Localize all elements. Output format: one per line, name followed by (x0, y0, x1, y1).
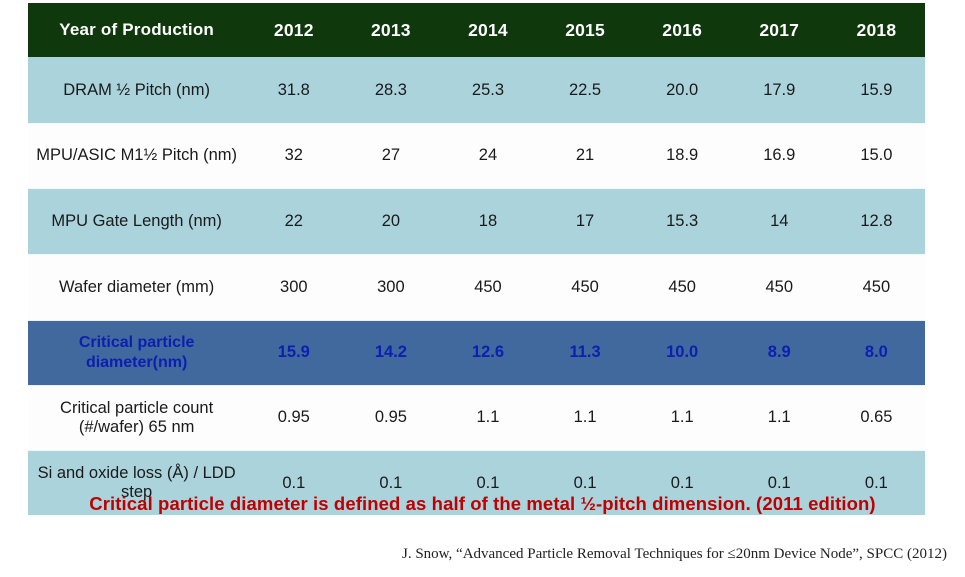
table-row: MPU/ASIC M1½ Pitch (nm) 32 27 24 21 18.9… (28, 122, 925, 188)
table-row: DRAM ½ Pitch (nm) 31.8 28.3 25.3 22.5 20… (28, 57, 925, 123)
cell-value: 1.1 (536, 384, 634, 450)
cell-value: 15.3 (633, 187, 731, 254)
cell-value: 450 (730, 253, 828, 320)
cell-value: 14.2 (342, 319, 440, 385)
cell-value: 18 (439, 187, 537, 254)
column-header-2012: 2012 (273, 19, 314, 40)
cell-value: 25.3 (471, 80, 505, 99)
cell-value: 450 (633, 253, 731, 320)
column-header-2016: 2016 (662, 19, 703, 40)
cell-value: 12.8 (827, 187, 925, 254)
cell-value: 14 (730, 187, 828, 254)
cell-value: 22 (245, 187, 343, 254)
column-header-2018: 2018 (856, 19, 897, 40)
row-label: Wafer diameter (mm) (28, 253, 246, 320)
table-row: Wafer diameter (mm) 300 300 450 450 450 … (28, 253, 925, 320)
cell-value: 27 (342, 122, 440, 188)
row-label: DRAM ½ Pitch (nm) (63, 80, 210, 99)
table-row: MPU Gate Length (nm) 22 20 18 17 15.3 14… (28, 187, 925, 254)
cell-value: 16.9 (730, 122, 828, 188)
cell-value: 11.3 (536, 319, 634, 385)
cell-value: 28.3 (374, 80, 407, 99)
table-row: Critical particle count (#/wafer) 65 nm … (28, 384, 925, 450)
column-header-2013: 2013 (371, 19, 411, 40)
definition-caption: Critical particle diameter is defined as… (89, 493, 876, 514)
cell-value: 1.1 (439, 384, 537, 450)
source-citation: J. Snow, “Advanced Particle Removal Tech… (402, 546, 947, 562)
cell-value: 20.0 (666, 80, 699, 99)
cell-value: 20 (342, 187, 440, 254)
cell-value: 8.9 (730, 319, 828, 385)
row-label: MPU/ASIC M1½ Pitch (nm) (28, 122, 246, 188)
header-row: Year of Production 2012 2013 2014 2015 2… (28, 3, 925, 57)
table-header: Year of Production 2012 2013 2014 2015 2… (28, 3, 925, 57)
cell-value: 450 (439, 253, 537, 320)
column-header-2017: 2017 (759, 19, 800, 40)
cell-value: 15.9 (860, 80, 893, 99)
cell-value: 17.9 (763, 80, 796, 99)
row-label: Critical particle count (#/wafer) 65 nm (28, 384, 246, 450)
cell-value: 17 (536, 187, 634, 254)
cell-value: 10.0 (633, 319, 731, 385)
cell-value: 450 (827, 253, 925, 320)
cell-value: 22.5 (569, 80, 602, 99)
column-header-year-of-production: Year of Production (59, 20, 214, 39)
itrs-roadmap-table: Year of Production 2012 2013 2014 2015 2… (28, 3, 925, 515)
cell-value: 15.0 (827, 122, 925, 188)
cell-value: 8.0 (827, 319, 925, 385)
cell-value: 300 (342, 253, 440, 320)
row-label: Critical particle diameter(nm) (28, 319, 246, 385)
table-row-highlighted: Critical particle diameter(nm) 15.9 14.2… (28, 319, 925, 385)
cell-value: 12.6 (439, 319, 537, 385)
column-header-2014: 2014 (468, 19, 508, 40)
cell-value: 300 (245, 253, 343, 320)
slide-canvas: Year of Production 2012 2013 2014 2015 2… (0, 0, 965, 577)
cell-value: 32 (245, 122, 343, 188)
cell-value: 0.65 (827, 384, 925, 450)
cell-value: 15.9 (245, 319, 343, 385)
table-body: DRAM ½ Pitch (nm) 31.8 28.3 25.3 22.5 20… (28, 57, 925, 515)
cell-value: 450 (536, 253, 634, 320)
cell-value: 31.8 (277, 80, 310, 99)
row-label: MPU Gate Length (nm) (28, 187, 246, 254)
cell-value: 21 (536, 122, 634, 188)
cell-value: 0.95 (245, 384, 343, 450)
cell-value: 24 (439, 122, 537, 188)
cell-value: 1.1 (730, 384, 828, 450)
cell-value: 1.1 (633, 384, 731, 450)
cell-value: 0.95 (342, 384, 440, 450)
cell-value: 18.9 (633, 122, 731, 188)
column-header-2015: 2015 (565, 19, 605, 40)
